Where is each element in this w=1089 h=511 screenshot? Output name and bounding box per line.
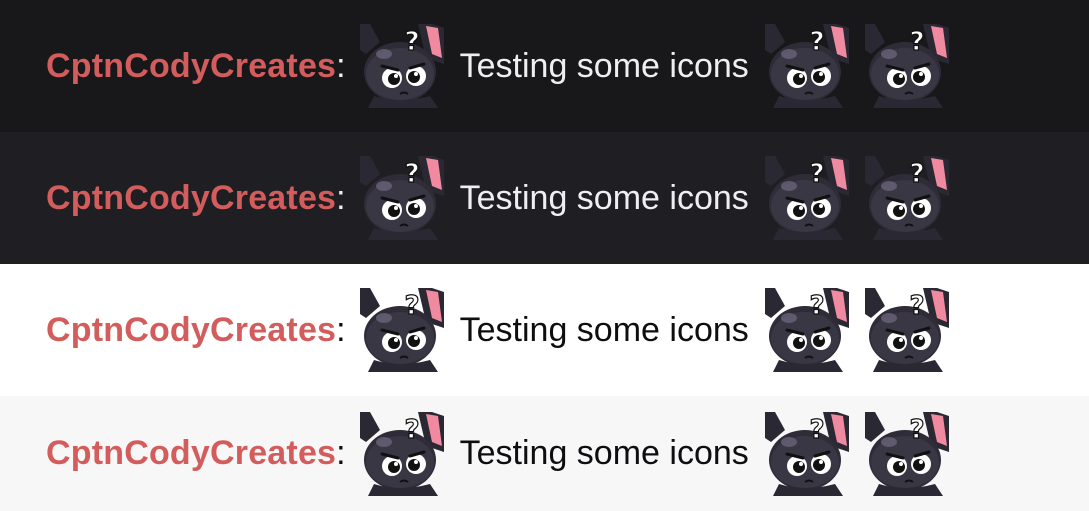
question-bunny-emote[interactable] — [865, 24, 949, 108]
chat-separator: : — [336, 310, 346, 349]
chat-message-text: Testing some icons — [459, 178, 749, 217]
question-bunny-emote[interactable] — [765, 288, 849, 372]
chat-message-text: Testing some icons — [459, 46, 749, 85]
chat-separator: : — [336, 46, 346, 85]
chat-separator: : — [336, 178, 346, 217]
chat-message-row: CptnCodyCreates : Testing some icons — [0, 396, 1089, 511]
chat-message-row: CptnCodyCreates : Testing some icons — [0, 132, 1089, 264]
chat-container: CptnCodyCreates : Testing some icons Cpt… — [0, 0, 1089, 511]
chat-username[interactable]: CptnCodyCreates — [46, 434, 336, 473]
chat-username[interactable]: CptnCodyCreates — [46, 47, 336, 86]
question-bunny-emote[interactable] — [360, 412, 444, 496]
chat-username[interactable]: CptnCodyCreates — [46, 179, 336, 218]
chat-message-text: Testing some icons — [459, 310, 749, 349]
question-bunny-emote[interactable] — [865, 156, 949, 240]
question-bunny-emote[interactable] — [765, 24, 849, 108]
question-bunny-emote[interactable] — [765, 412, 849, 496]
question-bunny-emote[interactable] — [360, 156, 444, 240]
chat-message-row: CptnCodyCreates : Testing some icons — [0, 0, 1089, 132]
chat-separator: : — [336, 434, 346, 472]
chat-username[interactable]: CptnCodyCreates — [46, 311, 336, 350]
chat-message-text: Testing some icons — [459, 434, 749, 472]
question-bunny-emote[interactable] — [765, 156, 849, 240]
question-bunny-emote[interactable] — [360, 24, 444, 108]
chat-message-row: CptnCodyCreates : Testing some icons — [0, 264, 1089, 396]
question-bunny-emote[interactable] — [865, 288, 949, 372]
question-bunny-emote[interactable] — [360, 288, 444, 372]
question-bunny-emote[interactable] — [865, 412, 949, 496]
